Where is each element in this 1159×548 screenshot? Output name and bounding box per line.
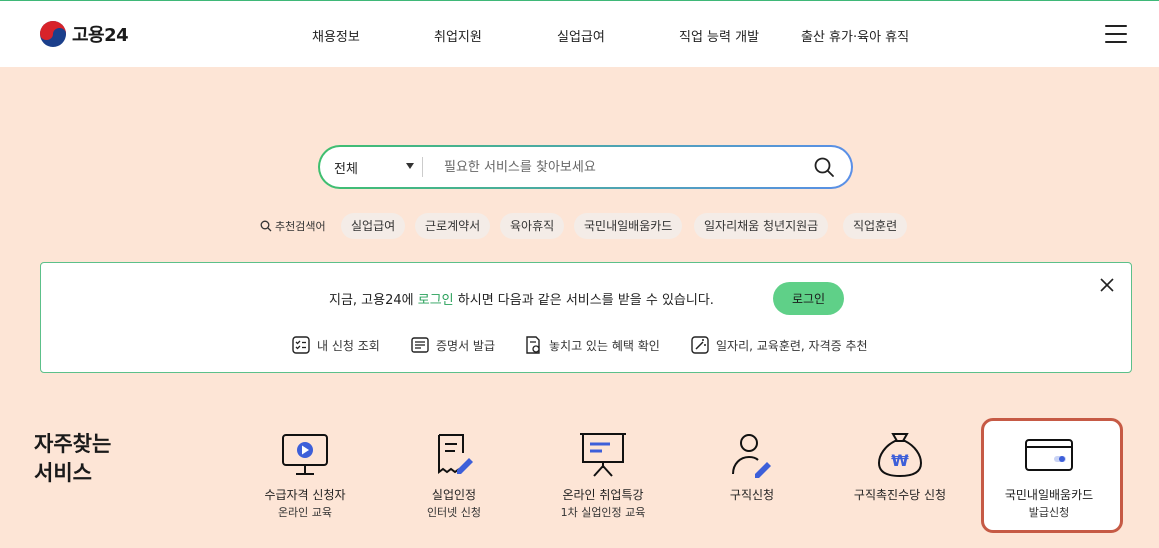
nav-item-parental-leave[interactable]: 출산 휴가·육아 휴직 [801, 26, 909, 45]
nav-item-jobs[interactable]: 채용정보 [312, 26, 360, 45]
service-learning-card[interactable]: 국민내일배움카드 발급신청 [979, 430, 1119, 520]
login-message-suffix: 하시면 다음과 같은 서비스를 받을 수 있습니다. [453, 293, 714, 308]
caret-down-icon[interactable] [406, 163, 414, 169]
nav-item-unemployment-benefit[interactable]: 실업급여 [557, 26, 605, 45]
nav-item-vocational-training[interactable]: 직업 능력 개발 [679, 26, 759, 45]
document-edit-icon [438, 434, 473, 474]
site-header: 고용24 채용정보 취업지원 실업급여 직업 능력 개발 출산 휴가·육아 휴직 [0, 0, 1159, 67]
service-label: 구직촉진수당 신청 [853, 488, 947, 502]
certificate-icon [411, 337, 429, 353]
keyword-chip[interactable]: 직업훈련 [843, 213, 908, 239]
quick-link-label: 놓치고 있는 혜택 확인 [549, 338, 660, 353]
svg-text:₩: ₩ [891, 451, 909, 470]
credit-card-icon [1025, 439, 1073, 471]
taegeuk-logo-icon [40, 21, 66, 47]
recommended-keywords: 추천검색어 실업급여 근로계약서 육아휴직 국민내일배움카드 일자리채움 청년지… [0, 213, 1159, 239]
service-sublabel: 발급신청 [1028, 506, 1070, 519]
service-label: 실업인정 [431, 488, 477, 502]
magic-wand-icon [691, 336, 709, 354]
keyword-chip[interactable]: 실업급여 [341, 213, 406, 239]
search-icon[interactable] [813, 156, 835, 178]
service-online-education[interactable]: 수급자격 신청자 온라인 교육 [235, 430, 375, 520]
video-monitor-icon [282, 434, 328, 475]
quick-link-my-applications[interactable]: 내 신청 조회 [291, 335, 380, 355]
quick-link-label: 증명서 발급 [436, 338, 496, 353]
search-bar: 전체 [318, 145, 853, 189]
document-money-icon [526, 336, 540, 354]
nav-item-employment-support[interactable]: 취업지원 [434, 26, 482, 45]
frequent-title-line1: 자주찾는 [34, 432, 112, 456]
logo-text: 고용24 [72, 25, 129, 46]
quick-link-label: 내 신청 조회 [317, 338, 380, 353]
quick-link-benefits[interactable]: 놓치고 있는 혜택 확인 [523, 335, 660, 355]
service-job-application[interactable]: 구직신청 [682, 430, 822, 504]
service-sublabel: 온라인 교육 [277, 506, 333, 519]
quick-link-label: 일자리, 교육훈련, 자격증 추천 [716, 338, 868, 353]
login-prompt-box: 지금, 고용24에 로그인 하시면 다음과 같은 서비스를 받을 수 있습니다.… [40, 262, 1132, 373]
service-label: 국민내일배움카드 [1004, 488, 1094, 502]
user-edit-icon [732, 434, 771, 478]
service-unemployment-recognition[interactable]: 실업인정 인터넷 신청 [384, 430, 524, 520]
service-job-promotion-allowance[interactable]: ₩ 구직촉진수당 신청 [830, 430, 970, 504]
login-button[interactable]: 로그인 [773, 282, 844, 315]
service-sublabel: 1차 실업인정 교육 [560, 506, 646, 519]
keyword-chip[interactable]: 일자리채움 청년지원금 [694, 213, 829, 239]
money-bag-icon: ₩ [877, 433, 923, 478]
login-message: 지금, 고용24에 로그인 하시면 다음과 같은 서비스를 받을 수 있습니다. [329, 289, 714, 308]
service-label: 온라인 취업특강 [562, 488, 644, 502]
frequent-services-title: 자주찾는 서비스 [34, 430, 111, 488]
logo[interactable]: 고용24 [40, 21, 129, 47]
search-input[interactable] [444, 156, 804, 178]
service-label: 수급자격 신청자 [264, 488, 346, 502]
recommended-label-text: 추천검색어 [275, 220, 326, 233]
keyword-chip[interactable]: 육아휴직 [500, 213, 565, 239]
service-online-lecture[interactable]: 온라인 취업특강 1차 실업인정 교육 [533, 430, 673, 520]
service-sublabel: 인터넷 신청 [426, 506, 482, 519]
login-message-prefix: 지금, 고용24에 [329, 293, 418, 308]
login-message-highlight[interactable]: 로그인 [418, 293, 454, 308]
checklist-icon [292, 336, 310, 354]
search-small-icon [260, 220, 272, 232]
presentation-board-icon [580, 433, 626, 477]
quick-link-recommendations[interactable]: 일자리, 교육훈련, 자격증 추천 [690, 335, 868, 355]
quick-link-certificate[interactable]: 증명서 발급 [410, 335, 495, 355]
close-icon[interactable] [1099, 277, 1115, 293]
recommended-label: 추천검색어 [260, 218, 326, 234]
service-label: 구직신청 [729, 488, 775, 502]
menu-icon[interactable] [1105, 25, 1127, 43]
keyword-chip[interactable]: 근로계약서 [415, 213, 491, 239]
frequent-title-line2: 서비스 [34, 461, 92, 485]
search-divider [422, 157, 423, 177]
keyword-chip[interactable]: 국민내일배움카드 [574, 213, 683, 239]
